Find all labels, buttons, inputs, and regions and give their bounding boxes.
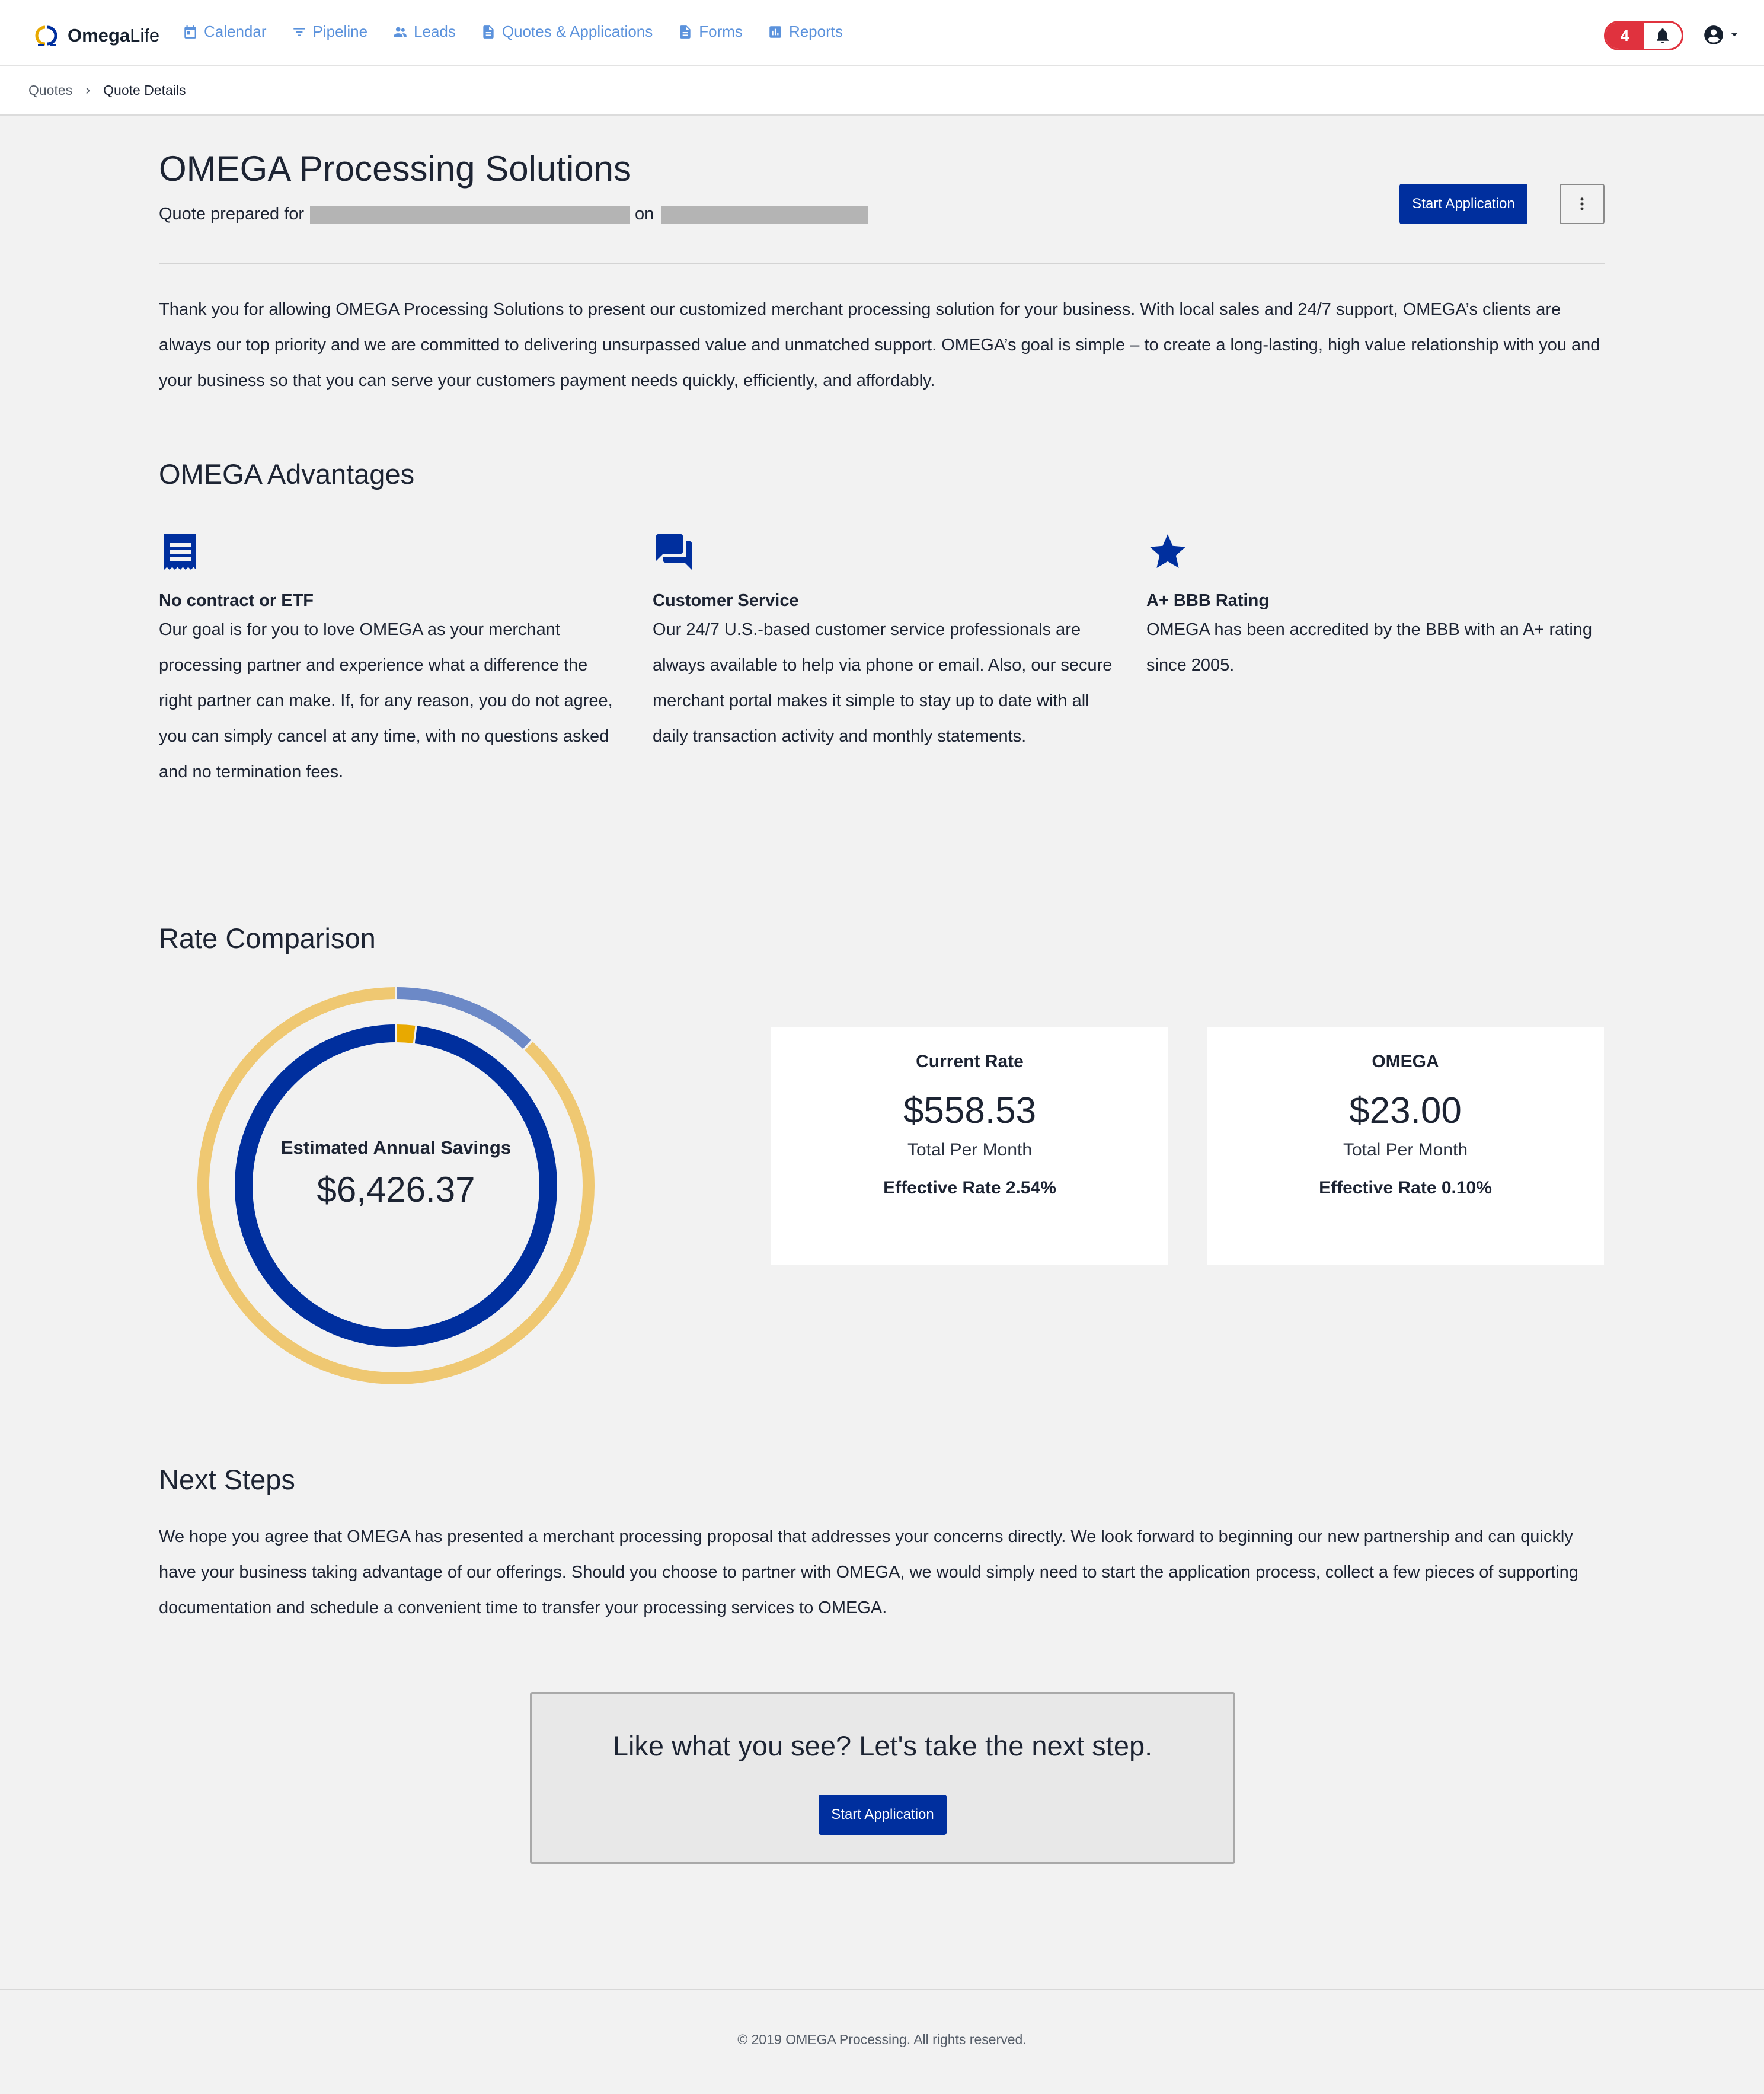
calendar-icon (184, 25, 196, 39)
more-vertical-icon (1580, 197, 1584, 210)
page-title: OMEGA Processing Solutions (159, 149, 632, 189)
redacted-date (661, 205, 869, 224)
nav-leads-label: Leads (414, 23, 456, 40)
nav-reports-label: Reports (788, 23, 843, 40)
advantage-customer-service: Customer Service Our 24/7 U.S.-based cus… (653, 531, 1115, 754)
nav-calendar[interactable]: Calendar (183, 23, 267, 41)
more-options-button[interactable] (1560, 184, 1605, 224)
star-icon (1150, 534, 1185, 568)
logo-text: OmegaLife (68, 25, 160, 46)
nav-forms[interactable]: Forms (678, 23, 743, 41)
bell-icon (1657, 28, 1669, 43)
savings-value: $6,426.37 (317, 1170, 475, 1209)
breadcrumb: Quotes Quote Details (28, 82, 186, 98)
quote-prepared-line: Quote prepared for on (159, 205, 869, 224)
card-subtitle: Total Per Month (1343, 1140, 1468, 1160)
inner-ring-slice-1 (397, 1024, 416, 1043)
omega-logo-icon (35, 25, 57, 46)
current-rate-card: Current Rate $558.53 Total Per Month Eff… (771, 1027, 1168, 1265)
advantage-text: OMEGA has been accredited by the BBB wit… (1146, 620, 1593, 675)
app-logo[interactable]: OmegaLife (32, 19, 159, 52)
advantage-title: No contract or ETF (159, 591, 314, 610)
chat-icon (656, 534, 692, 570)
nav-forms-label: Forms (699, 23, 743, 40)
next-steps-paragraph: We hope you agree that OMEGA has present… (159, 1527, 1578, 1617)
redacted-client-name (310, 205, 631, 224)
top-navigation: OmegaLife Calendar Pipeline Leads Quotes… (0, 0, 1764, 66)
nav-pipeline-label: Pipeline (312, 23, 368, 40)
breadcrumb-quotes[interactable]: Quotes (28, 82, 72, 98)
cta-box: Like what you see? Let's take the next s… (530, 1692, 1235, 1864)
nav-quotes-applications[interactable]: Quotes & Applications (481, 23, 653, 41)
chevron-right-icon (86, 87, 91, 94)
savings-label: Estimated Annual Savings (280, 1137, 512, 1158)
people-icon (394, 27, 407, 37)
card-subtitle: Total Per Month (907, 1140, 1033, 1160)
footer: © 2019 OMEGA Processing. All rights rese… (0, 1989, 1764, 2094)
document-icon (483, 25, 494, 39)
bar-chart-icon (769, 25, 781, 38)
user-menu[interactable] (1702, 24, 1740, 46)
breadcrumb-current: Quote Details (103, 82, 186, 98)
notification-count-badge: 4 (1606, 23, 1644, 49)
intro-paragraph: Thank you for allowing OMEGA Processing … (159, 300, 1600, 390)
nav-quotes-label: Quotes & Applications (501, 23, 653, 40)
nav-calendar-label: Calendar (204, 23, 267, 40)
cta-text: Like what you see? Let's take the next s… (612, 1730, 1153, 1761)
card-effective-rate: Effective Rate 2.54% (883, 1178, 1056, 1198)
breadcrumb-bar: Quotes Quote Details (0, 66, 1764, 116)
chevron-down-icon (1731, 33, 1738, 37)
footer-copyright: © 2019 OMEGA Processing. All rights rese… (737, 2032, 1027, 2047)
prepared-prefix: Quote prepared for (159, 205, 305, 224)
advantage-title: Customer Service (653, 591, 799, 610)
omega-rate-card: OMEGA $23.00 Total Per Month Effective R… (1207, 1027, 1604, 1265)
filter-icon (293, 28, 305, 36)
card-amount: $23.00 (1349, 1090, 1462, 1131)
document-icon (680, 25, 691, 39)
next-steps-title: Next Steps (159, 1464, 295, 1495)
nav-pipeline[interactable]: Pipeline (292, 23, 368, 41)
nav-leads[interactable]: Leads (392, 23, 456, 41)
advantage-bbb-rating: A+ BBB Rating OMEGA has been accredited … (1146, 531, 1609, 683)
account-circle-icon (1704, 25, 1723, 44)
advantage-title: A+ BBB Rating (1146, 591, 1270, 610)
main-nav: Calendar Pipeline Leads Quotes & Applica… (183, 23, 868, 41)
notifications-button[interactable]: 4 (1604, 21, 1683, 50)
start-application-button[interactable]: Start Application (1399, 184, 1527, 224)
rate-comparison-title: Rate Comparison (159, 922, 376, 954)
card-heading: OMEGA (1372, 1052, 1439, 1071)
advantage-text: Our 24/7 U.S.-based customer service pro… (653, 620, 1113, 746)
advantage-text: Our goal is for you to love OMEGA as you… (159, 620, 613, 781)
card-amount: $558.53 (903, 1090, 1037, 1131)
receipt-icon (164, 534, 196, 570)
advantage-no-contract: No contract or ETF Our goal is for you t… (159, 531, 621, 790)
advantages-title: OMEGA Advantages (159, 458, 415, 490)
prepared-on: on (635, 205, 654, 224)
cta-start-application-button[interactable]: Start Application (819, 1795, 947, 1835)
card-effective-rate: Effective Rate 0.10% (1319, 1178, 1492, 1198)
card-heading: Current Rate (916, 1052, 1024, 1071)
header-divider (159, 263, 1605, 264)
nav-reports[interactable]: Reports (768, 23, 843, 41)
